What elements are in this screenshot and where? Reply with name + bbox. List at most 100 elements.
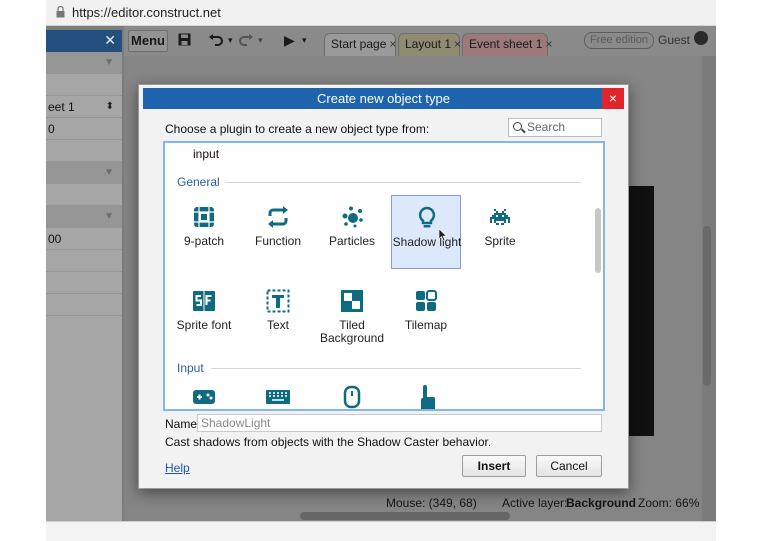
- plugin-sprite-font[interactable]: Sprite font: [169, 279, 239, 353]
- list-item[interactable]: input: [193, 147, 219, 161]
- section-title-input: Input: [177, 361, 204, 375]
- left-panel-row[interactable]: ▼: [46, 206, 122, 228]
- undo-icon[interactable]: [208, 34, 224, 46]
- plugin-particles[interactable]: Particles: [317, 195, 387, 269]
- browser-address-bar[interactable]: https://editor.construct.net: [46, 0, 716, 26]
- plugin-list[interactable]: input General 9-patch Function Particles…: [163, 141, 605, 411]
- left-panel-row[interactable]: [46, 184, 122, 206]
- left-panel-row[interactable]: ▼: [46, 162, 122, 184]
- list-scrollbar-thumb[interactable]: [595, 208, 601, 273]
- left-panel-row[interactable]: [46, 272, 122, 294]
- bottom-strip: [46, 521, 716, 541]
- close-icon[interactable]: ✕: [104, 32, 116, 49]
- section-divider: [211, 368, 581, 369]
- tab-event-sheet-1[interactable]: Event sheet 1 ×: [462, 33, 552, 56]
- help-link[interactable]: Help: [165, 461, 190, 475]
- plugin-label: Particles: [328, 234, 375, 248]
- edition-badge[interactable]: Free edition: [584, 32, 654, 49]
- search-input[interactable]: Search: [508, 118, 602, 137]
- play-icon[interactable]: ▶: [284, 32, 295, 49]
- keyboard-icon: [266, 390, 290, 404]
- close-button[interactable]: ×: [602, 88, 624, 109]
- nine-patch-icon: [194, 207, 214, 227]
- sprite-font-icon: [193, 291, 215, 311]
- chevron-down-icon: ▼: [104, 211, 114, 222]
- play-dropdown-icon[interactable]: ▾: [302, 35, 307, 46]
- tab-start-page[interactable]: Start page ×: [324, 33, 396, 56]
- active-layer-name: Background: [566, 496, 637, 510]
- plugin-label: Sprite font: [176, 318, 232, 332]
- close-icon[interactable]: ×: [545, 37, 552, 51]
- status-bar: Mouse: (349, 68) Active layer: Backgroun…: [376, 492, 702, 514]
- left-panel-row[interactable]: [46, 250, 122, 272]
- dialog-title: Create new object type: [317, 91, 450, 106]
- left-panel-header: ✕: [46, 30, 122, 52]
- plugin-touch[interactable]: [391, 375, 461, 409]
- plugin-tiled-background[interactable]: Tiled Background: [317, 279, 387, 353]
- plugin-9-patch[interactable]: 9-patch: [169, 195, 239, 269]
- undo-dropdown-icon[interactable]: ▾: [228, 35, 233, 46]
- space-invader-icon: [490, 209, 510, 225]
- search-icon: [513, 122, 522, 131]
- name-label: Name: [165, 417, 198, 431]
- tab-label: Layout 1: [405, 37, 452, 51]
- function-icon: [268, 206, 288, 228]
- plugin-label: Tiled Background: [319, 318, 385, 345]
- plugin-text[interactable]: Text: [243, 279, 313, 353]
- particles-icon: [342, 206, 363, 228]
- left-panel-row[interactable]: [46, 140, 122, 162]
- plugin-sprite[interactable]: Sprite: [465, 195, 535, 269]
- left-panel-row[interactable]: eet 1 ⬍: [46, 96, 122, 118]
- zoom-level: Zoom: 66%: [638, 496, 700, 510]
- redo-icon[interactable]: [238, 34, 254, 46]
- dialog-title-bar: Create new object type ×: [143, 88, 624, 109]
- stepper-icon: ⬍: [105, 101, 114, 112]
- menu-button[interactable]: Menu: [128, 30, 168, 52]
- chevron-down-icon: ▼: [104, 167, 114, 178]
- layout-viewport: [628, 186, 654, 436]
- left-panel-row[interactable]: ▼: [46, 52, 122, 74]
- gamepad-icon: [193, 390, 215, 404]
- close-icon[interactable]: ×: [389, 37, 396, 51]
- plugin-keyboard[interactable]: [243, 375, 313, 409]
- redo-dropdown-icon[interactable]: ▾: [258, 35, 263, 46]
- left-panel-row[interactable]: [46, 74, 122, 96]
- plugin-shadow-light[interactable]: Shadow light: [391, 195, 461, 269]
- screen: https://editor.construct.net ✕ ▼ eet 1 ⬍ …: [0, 0, 763, 541]
- tiled-background-icon: [341, 290, 363, 312]
- mouse-icon: [343, 385, 361, 409]
- left-panel-row[interactable]: [46, 294, 122, 316]
- save-icon[interactable]: [178, 33, 191, 46]
- tab-layout-1[interactable]: Layout 1 ×: [398, 33, 461, 56]
- object-name-field[interactable]: ShadowLight: [197, 414, 602, 432]
- insert-button[interactable]: Insert: [462, 455, 526, 477]
- plugin-label: Function: [254, 234, 302, 248]
- url-text: https://editor.construct.net: [72, 5, 221, 20]
- chevron-down-icon: ▼: [104, 57, 114, 68]
- plugin-label: Tilemap: [404, 318, 448, 332]
- user-avatar-icon[interactable]: [694, 31, 708, 45]
- left-panel-value: 00: [48, 232, 62, 246]
- tab-label: Event sheet 1: [469, 37, 543, 51]
- plugin-function[interactable]: Function: [243, 195, 313, 269]
- left-panel-row[interactable]: 0: [46, 118, 122, 140]
- horizontal-scrollbar-thumb[interactable]: [300, 512, 510, 520]
- lightbulb-icon: [418, 206, 436, 228]
- close-icon[interactable]: ×: [454, 37, 461, 51]
- cancel-button[interactable]: Cancel: [536, 455, 602, 477]
- plugin-label: Text: [266, 318, 289, 332]
- text-icon: [266, 289, 290, 313]
- plugin-mouse[interactable]: [317, 375, 387, 409]
- plugin-gamepad[interactable]: [169, 375, 239, 409]
- plugin-tilemap[interactable]: Tilemap: [391, 279, 461, 353]
- left-panel-row[interactable]: 00: [46, 228, 122, 250]
- active-layer-prefix: Active layer:: [502, 496, 568, 510]
- tilemap-icon: [416, 290, 437, 311]
- vertical-scrollbar-thumb[interactable]: [703, 226, 711, 386]
- section-title-general: General: [177, 175, 220, 189]
- user-label[interactable]: Guest: [658, 33, 690, 47]
- create-object-dialog: Create new object type × Choose a plugin…: [138, 84, 629, 489]
- search-placeholder: Search: [527, 120, 566, 134]
- plugin-label: Sprite: [484, 234, 516, 248]
- plugin-label: 9-patch: [183, 234, 225, 248]
